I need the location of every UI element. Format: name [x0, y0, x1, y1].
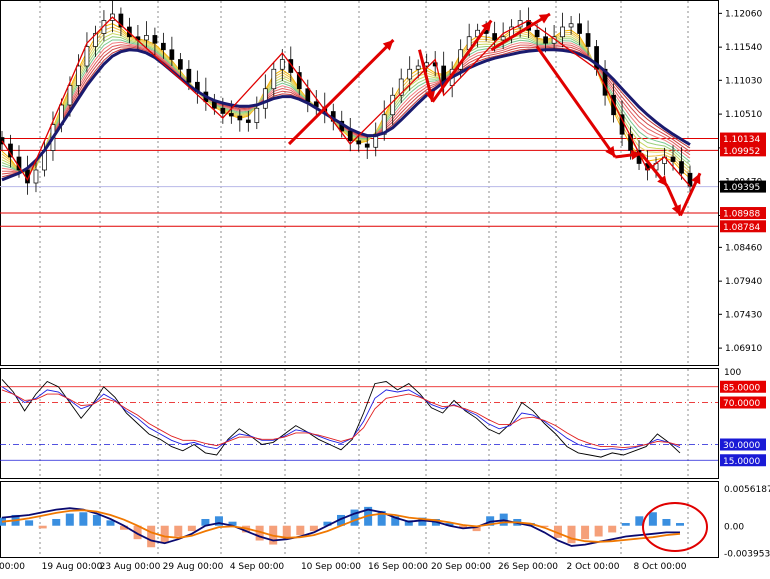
- macd-histogram-bar: [174, 525, 183, 537]
- price-badge-label: 1.08988: [723, 210, 760, 220]
- candle-body: [492, 33, 497, 41]
- candle-body: [543, 36, 548, 44]
- candle-body: [679, 161, 684, 174]
- macd-histogram-bar: [25, 520, 34, 526]
- macd-histogram-bar: [567, 525, 576, 544]
- osc-level-label: 85.0000: [723, 383, 760, 393]
- x-tick-label: 2 Oct 00:00: [567, 562, 620, 572]
- macd-y-tick-label: 0.00: [724, 523, 744, 533]
- candle-body: [347, 130, 353, 142]
- macd-histogram-bar: [52, 518, 61, 526]
- osc-level-label: 15.0000: [723, 457, 760, 467]
- candle-body: [534, 29, 540, 38]
- macd-histogram-bar: [296, 525, 305, 536]
- macd-histogram-bar: [648, 512, 657, 526]
- y-tick-label: 1.10510: [725, 110, 762, 120]
- price-panel-frame: [0, 0, 719, 366]
- y-tick-label: 1.07430: [725, 310, 762, 320]
- candle-body: [76, 65, 81, 86]
- candle-body: [577, 23, 582, 34]
- macd-histogram-bar: [594, 525, 603, 537]
- y-tick-label: 1.07940: [725, 277, 762, 287]
- x-tick-label: 4 Sep 00:00: [230, 562, 285, 572]
- trading-chart: 00:00 19 Aug 00:00 23 Aug 00:00 29 Aug 00:0…: [0, 0, 770, 575]
- candle-body: [407, 68, 413, 80]
- y-tick-label: 1.12060: [725, 9, 762, 19]
- x-tick-label: 8 Oct 00:00: [634, 562, 687, 572]
- candle-body: [415, 65, 421, 70]
- macd-histogram-bar: [160, 525, 169, 544]
- x-tick-label: 29 Aug 00:00: [163, 562, 224, 572]
- candle-body: [245, 119, 251, 123]
- candle-body: [670, 156, 676, 162]
- x-tick-label: 19 Aug 00:00: [42, 562, 103, 572]
- x-tick-label: 23 Aug 00:00: [100, 562, 161, 572]
- candle-body: [152, 35, 158, 44]
- x-tick-label: 16 Sep 00:00: [368, 562, 428, 572]
- candle-body: [356, 140, 362, 145]
- macd-histogram-bar: [65, 513, 74, 526]
- osc-level-label: 70.0000: [723, 399, 760, 409]
- candle-body: [237, 115, 243, 121]
- x-tick-label: 20 Sep 00:00: [431, 562, 491, 572]
- candle-body: [568, 23, 574, 28]
- x-tick-label: 10 Sep 00:00: [301, 562, 361, 572]
- chart-svg: 00:00 19 Aug 00:0023 Aug 00:00 29 Aug 00:0…: [0, 0, 770, 572]
- macd-histogram-bar: [635, 516, 644, 526]
- candle-body: [500, 36, 506, 41]
- candle-body: [84, 46, 90, 67]
- osc-y-tick-label: 100: [724, 368, 741, 378]
- candle-body: [364, 143, 370, 148]
- macd-histogram-bar: [187, 525, 196, 532]
- macd-histogram-bar: [79, 512, 88, 526]
- price-badge-label: 1.09395: [723, 183, 760, 193]
- macd-histogram-bar: [147, 525, 156, 548]
- macd-histogram-bar: [608, 525, 617, 533]
- x-tick-label: 26 Sep 00:00: [498, 562, 558, 572]
- candle-body: [161, 42, 166, 51]
- price-badge-label: 1.10134: [723, 135, 760, 145]
- osc-level-label: 30.0000: [723, 441, 760, 451]
- y-tick-label: 1.06910: [725, 344, 762, 354]
- y-tick-label: 1.11030: [725, 76, 762, 86]
- y-tick-label: 1.11540: [725, 43, 762, 53]
- candle-body: [67, 85, 73, 106]
- y-tick-label: 1.08460: [725, 243, 762, 253]
- candle-body: [271, 68, 277, 90]
- price-badge-label: 1.08784: [723, 223, 760, 233]
- x-tick-label: 00:00: [0, 562, 25, 572]
- macd-histogram-bar: [92, 514, 101, 526]
- macd-histogram-bar: [662, 518, 671, 526]
- candle-body: [169, 49, 175, 60]
- candle-body: [211, 101, 217, 109]
- candle-body: [144, 35, 149, 41]
- candle-body: [279, 59, 285, 70]
- candle-body: [33, 169, 39, 184]
- candle-body: [220, 107, 226, 114]
- candle-body: [262, 88, 268, 109]
- candle-body: [178, 59, 183, 70]
- candle-body: [228, 113, 234, 117]
- candle-body: [424, 62, 430, 67]
- macd-y-tick-label: -0.003953: [724, 549, 770, 559]
- candle-body: [585, 33, 591, 47]
- candle-body: [560, 26, 565, 38]
- candle-body: [390, 94, 396, 116]
- macd-histogram-bar: [581, 525, 590, 540]
- candle-body: [305, 88, 311, 103]
- candle-body: [186, 68, 192, 83]
- macd-histogram-bar: [676, 523, 684, 526]
- candle-body: [254, 107, 260, 123]
- price-badge-label: 1.09952: [723, 147, 760, 157]
- macd-y-tick-label: 0.0056187: [724, 485, 770, 495]
- macd-histogram-bar: [621, 523, 630, 526]
- macd-histogram-bar: [38, 525, 47, 529]
